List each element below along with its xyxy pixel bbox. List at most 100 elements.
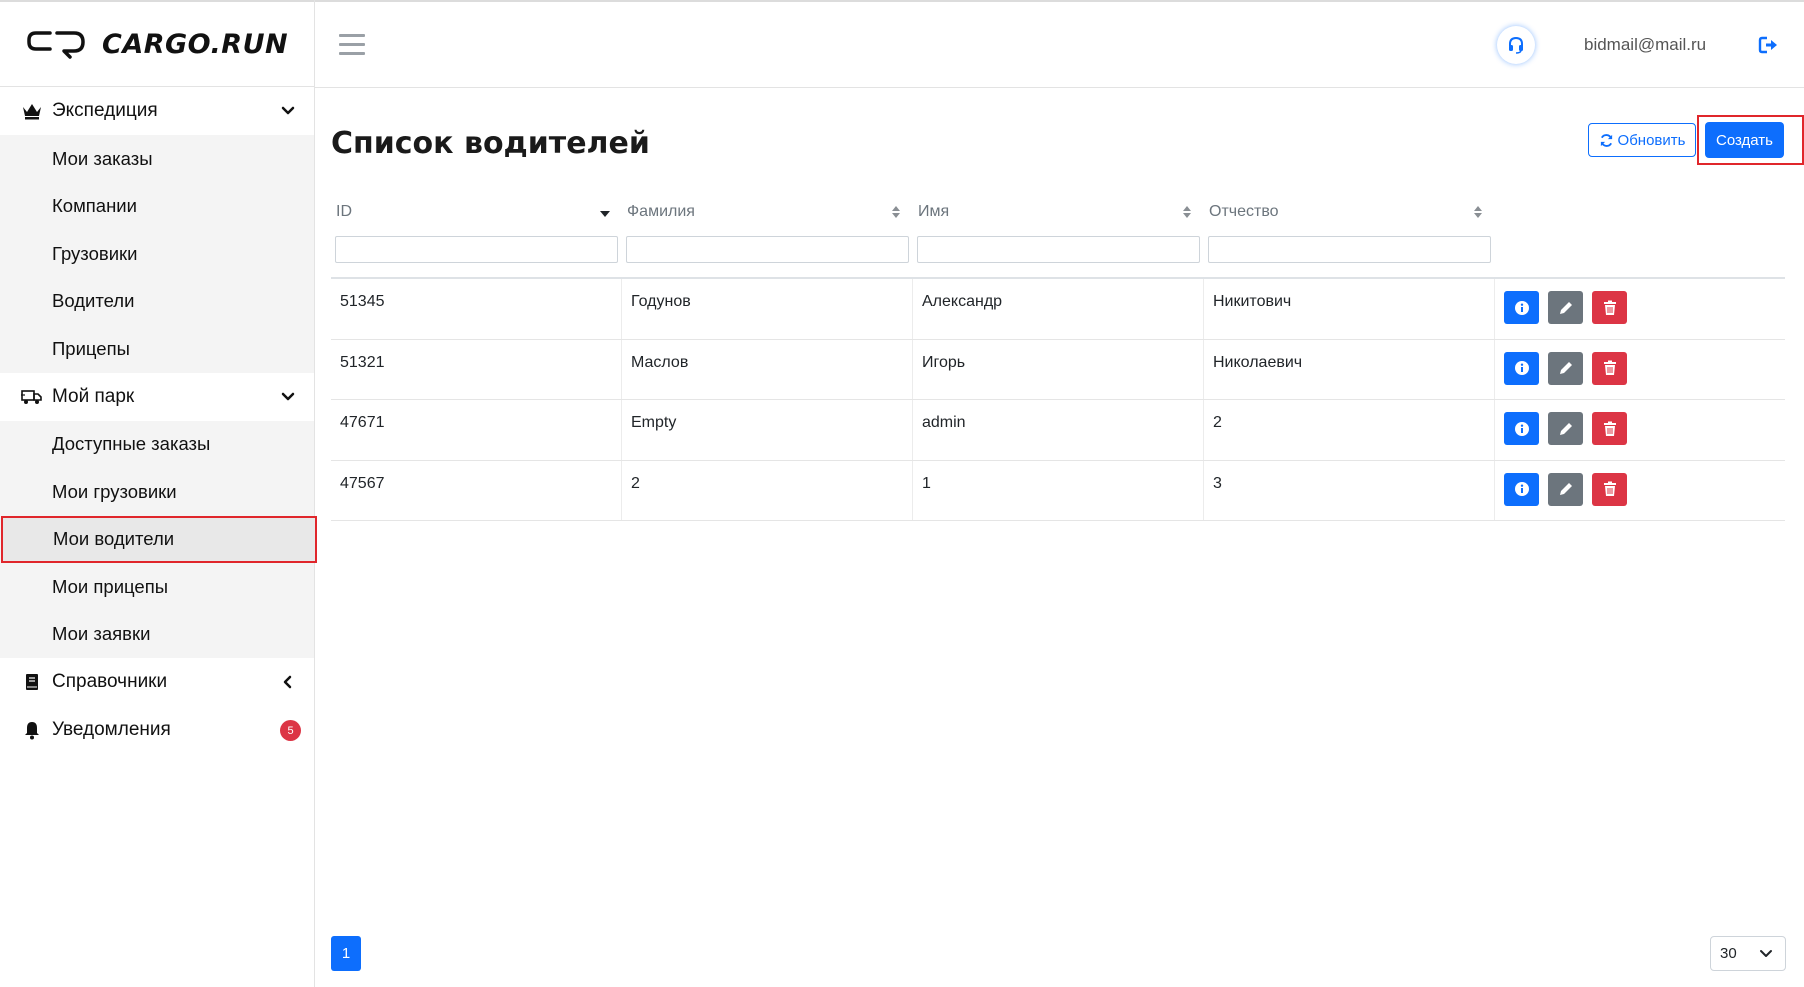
trash-icon	[1603, 300, 1616, 315]
create-button[interactable]: Создать	[1705, 122, 1784, 158]
logout-icon[interactable]	[1758, 35, 1780, 55]
truck-icon	[20, 385, 44, 409]
info-icon	[1514, 361, 1529, 375]
column-header-last-name[interactable]: Фамилия	[622, 203, 913, 221]
column-header-label: Фамилия	[627, 203, 695, 220]
refresh-icon	[1600, 133, 1612, 147]
headset-icon[interactable]	[1497, 26, 1535, 64]
logo[interactable]: CARGO.RUN	[0, 0, 314, 87]
info-icon	[1514, 482, 1529, 496]
sidebar-section-label: Уведомления	[52, 719, 171, 740]
drivers-table: ID Фамилия Имя Отчество 51345 Годунов Ал…	[331, 195, 1785, 521]
sidebar-item-my-orders[interactable]: Мои заказы	[0, 135, 314, 183]
sidebar-item-drivers[interactable]: Водители	[0, 278, 314, 326]
info-icon	[1514, 300, 1529, 315]
cell-patronymic: 2	[1204, 400, 1495, 460]
refresh-button[interactable]: Обновить	[1588, 123, 1696, 157]
delete-button[interactable]	[1592, 351, 1627, 385]
edit-button[interactable]	[1548, 412, 1583, 445]
chevron-down-icon	[281, 392, 295, 400]
cargo-logo-icon	[27, 31, 85, 59]
sort-icon	[892, 206, 900, 218]
column-header-id[interactable]: ID	[331, 203, 622, 221]
edit-button[interactable]	[1548, 472, 1583, 506]
bell-icon	[20, 718, 44, 742]
cell-last-name: Годунов	[622, 279, 913, 339]
refresh-button-label: Обновить	[1617, 131, 1686, 149]
cell-patronymic: Никитович	[1204, 279, 1495, 339]
cell-first-name: 1	[913, 460, 1204, 520]
sidebar-section-directories[interactable]: Справочники	[0, 658, 314, 706]
row-actions	[1495, 461, 1785, 521]
filter-id-input[interactable]	[335, 235, 618, 263]
row-actions	[1495, 340, 1785, 400]
sidebar-item-trailers[interactable]: Прицепы	[0, 325, 314, 373]
table-body: 51345 Годунов Александр Никитович 51321 …	[331, 277, 1785, 521]
delete-button[interactable]	[1592, 291, 1627, 324]
trash-icon	[1603, 421, 1616, 436]
column-header-label: Отчество	[1209, 203, 1279, 220]
cell-id: 47567	[331, 460, 622, 520]
info-button[interactable]	[1504, 472, 1539, 506]
pencil-icon	[1559, 301, 1572, 314]
sidebar-submenu-my-fleet: Доступные заказы Мои грузовики Мои водит…	[0, 420, 317, 659]
user-email[interactable]: bidmail@mail.ru	[1584, 35, 1706, 55]
filter-patronymic-input[interactable]	[1208, 235, 1491, 263]
row-actions	[1495, 400, 1785, 460]
delete-button[interactable]	[1592, 472, 1627, 506]
sidebar-item-my-trailers[interactable]: Мои прицепы	[0, 563, 314, 611]
cell-id: 47671	[331, 400, 622, 460]
brand-name: CARGO.RUN	[102, 28, 289, 60]
info-icon	[1514, 421, 1529, 436]
pencil-icon	[1559, 362, 1572, 374]
sort-icon	[1474, 206, 1482, 218]
cell-first-name: Игорь	[913, 339, 1204, 399]
sidebar-item-available-orders[interactable]: Доступные заказы	[0, 421, 314, 469]
sidebar-section-label: Мой парк	[52, 385, 135, 407]
sidebar-nav: Экспедиция Мои заказы Компании Грузовики…	[0, 87, 317, 754]
table-row: 51321 Маслов Игорь Николаевич	[331, 339, 1785, 400]
table-filter-row	[331, 229, 1785, 269]
sidebar-section-my-fleet[interactable]: Мой парк	[0, 373, 314, 421]
book-icon	[20, 670, 44, 694]
sidebar-item-my-requests[interactable]: Мои заявки	[0, 611, 314, 659]
pagination-page-1[interactable]: 1	[331, 936, 361, 971]
crown-icon	[20, 99, 44, 123]
column-header-patronymic[interactable]: Отчество	[1204, 203, 1495, 221]
cell-patronymic: 3	[1204, 460, 1495, 520]
sidebar-item-companies[interactable]: Компании	[0, 183, 314, 231]
column-header-label: Имя	[918, 203, 950, 220]
chevron-down-icon	[281, 106, 295, 115]
edit-button[interactable]	[1548, 351, 1583, 385]
table-row: 51345 Годунов Александр Никитович	[331, 279, 1785, 340]
sidebar-item-my-drivers[interactable]: Мои водители	[1, 515, 317, 563]
sort-desc-icon	[600, 211, 610, 217]
edit-button[interactable]	[1548, 291, 1583, 324]
notification-count-badge: 5	[280, 720, 301, 741]
info-button[interactable]	[1504, 412, 1539, 445]
info-button[interactable]	[1504, 291, 1539, 324]
cell-patronymic: Николаевич	[1204, 339, 1495, 399]
page-size-value: 30	[1720, 945, 1737, 962]
sidebar-item-trucks[interactable]: Грузовики	[0, 230, 314, 278]
sort-icon	[1183, 206, 1191, 218]
table-header-row: ID Фамилия Имя Отчество	[331, 195, 1785, 229]
filter-last-name-input[interactable]	[626, 235, 909, 263]
chevron-down-icon	[1760, 950, 1772, 957]
sidebar-item-my-trucks[interactable]: Мои грузовики	[0, 468, 314, 516]
chevron-left-icon	[283, 675, 292, 689]
sidebar-section-notifications[interactable]: Уведомления 5	[0, 706, 314, 754]
hamburger-icon[interactable]	[339, 34, 365, 56]
sidebar-section-expedition[interactable]: Экспедиция	[0, 87, 314, 135]
delete-button[interactable]	[1592, 412, 1627, 445]
info-button[interactable]	[1504, 351, 1539, 385]
sidebar-section-label: Справочники	[52, 671, 168, 692]
cell-first-name: Александр	[913, 279, 1204, 339]
pencil-icon	[1559, 422, 1572, 435]
page-size-select[interactable]: 30	[1710, 936, 1786, 971]
cell-last-name: 2	[622, 460, 913, 520]
filter-first-name-input[interactable]	[917, 235, 1200, 263]
pencil-icon	[1559, 483, 1572, 495]
column-header-first-name[interactable]: Имя	[913, 203, 1204, 221]
table-row: 47671 Empty admin 2	[331, 400, 1785, 461]
